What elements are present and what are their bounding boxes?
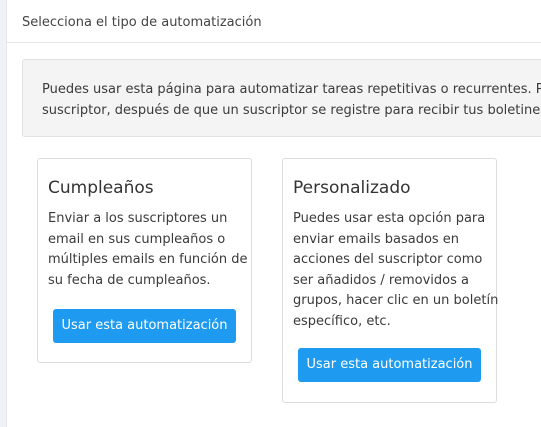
description-line: ser añadidos / removidos a xyxy=(293,272,469,288)
description-line: múltiples emails en función de xyxy=(48,252,248,267)
description-line: email en sus cumpleaños o xyxy=(48,231,226,247)
card-title: Cumpleaños xyxy=(48,178,154,198)
description-line: Puedes usar esta opción para xyxy=(293,211,486,226)
card-description: Puedes usar esta opción para enviar emai… xyxy=(293,209,499,332)
info-line: Puedes usar esta página para automatizar… xyxy=(42,82,541,97)
sidebar-edge xyxy=(0,0,7,427)
use-birthday-automation-button[interactable]: Usar esta automatización xyxy=(53,309,236,343)
info-text: Puedes usar esta página para automatizar… xyxy=(42,79,541,121)
automation-card-custom: Personalizado Puedes usar esta opción pa… xyxy=(282,158,499,403)
info-notice: Puedes usar esta página para automatizar… xyxy=(22,59,541,137)
panel-header: Selecciona el tipo de automatización xyxy=(7,0,541,43)
page-title: Selecciona el tipo de automatización xyxy=(22,15,262,30)
description-line: enviar emails basados en xyxy=(293,231,460,247)
automation-card-birthday: Cumpleaños Enviar a los suscriptores un … xyxy=(37,158,252,363)
description-line: específico, etc. xyxy=(293,313,391,329)
card-description: Enviar a los suscriptores un email en su… xyxy=(48,209,248,291)
description-line: acciones del suscriptor como xyxy=(293,252,483,267)
description-line: Enviar a los suscriptores un xyxy=(48,211,228,226)
use-custom-automation-button[interactable]: Usar esta automatización xyxy=(298,348,481,382)
description-line: grupos, hacer clic en un boletín xyxy=(293,293,499,308)
description-line: su fecha de cumpleaños. xyxy=(48,272,211,288)
info-line: suscriptor, después de que un suscriptor… xyxy=(42,103,541,118)
card-title: Personalizado xyxy=(293,178,411,198)
